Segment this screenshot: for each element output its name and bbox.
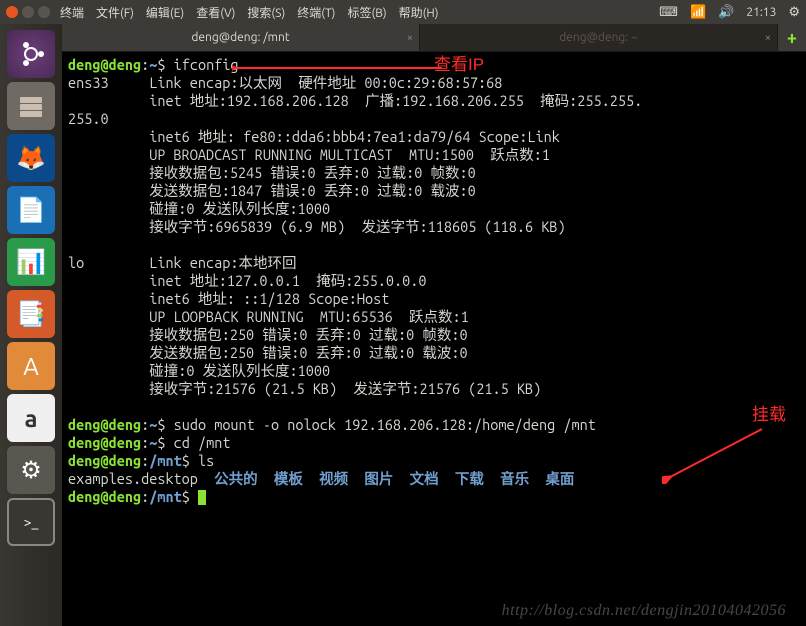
tab-add-button[interactable]: + xyxy=(778,24,806,51)
menu-terminal2[interactable]: 终端(T) xyxy=(297,4,335,21)
menu-terminal[interactable]: 终端 xyxy=(60,4,84,21)
minimize-window-button[interactable] xyxy=(22,6,34,18)
launcher-dash[interactable] xyxy=(7,30,55,78)
command-cd: cd /mnt xyxy=(174,434,231,451)
launcher-settings[interactable]: ⚙ xyxy=(7,446,55,494)
annotation-mount: 挂载 xyxy=(752,406,786,424)
launcher-files[interactable] xyxy=(7,82,55,130)
watermark: http://blog.csdn.net/dengjin20104042056 xyxy=(502,602,786,620)
tab-title: deng@deng: /mnt xyxy=(191,31,289,44)
launcher-writer[interactable]: 📄 xyxy=(7,186,55,234)
menu-help[interactable]: 帮助(H) xyxy=(399,4,439,21)
keyboard-icon[interactable]: ⌨ xyxy=(659,5,678,20)
command-ls: ls xyxy=(198,452,214,469)
launcher-software[interactable]: A xyxy=(7,342,55,390)
launcher-terminal[interactable]: >_ xyxy=(7,498,55,546)
launcher-firefox[interactable]: 🦊 xyxy=(7,134,55,182)
volume-icon[interactable]: 🔊 xyxy=(718,5,734,20)
tab-title: deng@deng: ~ xyxy=(559,31,638,44)
unity-launcher: 🦊 📄 📊 📑 A a ⚙ >_ xyxy=(0,24,62,626)
menu-tabs[interactable]: 标签(B) xyxy=(347,4,386,21)
close-icon[interactable]: × xyxy=(407,32,413,44)
menu-view[interactable]: 查看(V) xyxy=(196,4,235,21)
prompt-user: deng@deng xyxy=(68,56,141,73)
system-tray: ⌨ 📶 🔊 21:13 ⚙ xyxy=(659,5,800,20)
close-window-button[interactable] xyxy=(6,6,18,18)
tab-mnt[interactable]: deng@deng: /mnt × xyxy=(62,24,420,51)
command-mount: sudo mount -o nolock 192.168.206.128:/ho… xyxy=(174,416,596,433)
terminal-tab-bar: deng@deng: /mnt × deng@deng: ~ × + xyxy=(62,24,806,52)
maximize-window-button[interactable] xyxy=(38,6,50,18)
menu-file[interactable]: 文件(F) xyxy=(96,4,134,21)
terminal-viewport[interactable]: deng@deng:~$ ifconfig ens33 Link encap:以… xyxy=(62,52,806,626)
window-controls xyxy=(6,6,50,18)
ifconfig-output: ens33 Link encap:以太网 硬件地址 00:0c:29:68:57… xyxy=(68,74,642,397)
close-icon[interactable]: × xyxy=(765,32,771,44)
annotation-ip: 查看IP xyxy=(434,56,484,74)
gear-icon[interactable]: ⚙ xyxy=(788,5,800,20)
menu-bar: 终端 文件(F) 编辑(E) 查看(V) 搜索(S) 终端(T) 标签(B) 帮… xyxy=(0,0,806,24)
ls-file: examples.desktop xyxy=(68,470,198,487)
clock[interactable]: 21:13 xyxy=(746,6,776,19)
wifi-icon[interactable]: 📶 xyxy=(690,5,706,20)
app-menu: 终端 文件(F) 编辑(E) 查看(V) 搜索(S) 终端(T) 标签(B) 帮… xyxy=(60,4,439,21)
launcher-amazon[interactable]: a xyxy=(7,394,55,442)
arrow-annotation-mount xyxy=(662,424,772,484)
menu-edit[interactable]: 编辑(E) xyxy=(146,4,184,21)
launcher-calc[interactable]: 📊 xyxy=(7,238,55,286)
cursor xyxy=(198,490,206,505)
command-ifconfig: ifconfig xyxy=(174,56,239,73)
launcher-impress[interactable]: 📑 xyxy=(7,290,55,338)
tab-home[interactable]: deng@deng: ~ × xyxy=(420,24,778,51)
menu-search[interactable]: 搜索(S) xyxy=(247,4,285,21)
terminal-window: deng@deng: /mnt × deng@deng: ~ × + deng@… xyxy=(62,24,806,626)
